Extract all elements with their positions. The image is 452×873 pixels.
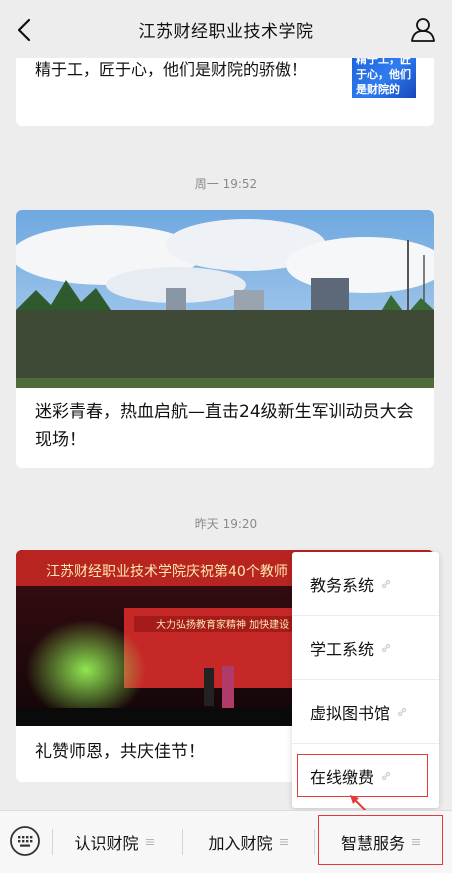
- thumbnail-text: 精于工，匠于心，他们是财院的: [356, 58, 411, 96]
- menu-lines-icon: [145, 839, 154, 845]
- tab-label: 加入财院: [208, 834, 273, 853]
- article-title: 迷彩青春，热血启航—直击24级新生军训动员大会现场！: [35, 402, 414, 450]
- tab-smart-services[interactable]: 智慧服务: [318, 811, 443, 873]
- timestamp: 周一 19:52: [194, 177, 258, 191]
- menu-item-label: 在线缴费: [310, 768, 375, 787]
- article-card[interactable]: 迷彩青春，热血启航—直击24级新生军训动员大会现场！: [16, 210, 434, 468]
- article-title: 精于工，匠于心，他们是财院的骄傲！: [35, 60, 308, 79]
- link-icon: [397, 707, 407, 716]
- timestamp: 昨天 19:20: [194, 517, 258, 531]
- keyboard-icon[interactable]: [9, 825, 41, 857]
- menu-lines-icon: [412, 839, 420, 845]
- article-thumbnail: 精于工，匠于心，他们是财院的: [352, 58, 416, 98]
- tab-label: 智慧服务: [340, 834, 405, 853]
- person-icon[interactable]: [410, 16, 436, 42]
- article-card[interactable]: 精于工，匠于心，他们是财院的骄傲！ 精于工，匠于心，他们是财院的: [16, 58, 434, 126]
- link-icon: [381, 771, 391, 781]
- back-chevron-icon[interactable]: [14, 17, 36, 43]
- bottom-menu-bar: 认识财院 加入财院 智慧服务: [0, 810, 452, 873]
- menu-item-virtual-library[interactable]: 虚拟图书馆: [292, 680, 439, 744]
- link-icon: [381, 579, 391, 588]
- menu-item-academic-affairs[interactable]: 教务系统: [292, 552, 439, 616]
- tab-label: 认识财院: [74, 834, 139, 853]
- menu-item-label: 学工系统: [310, 639, 375, 659]
- banner-text: 江苏财经职业技术学院庆祝第40个教师: [46, 563, 288, 580]
- divider: [182, 829, 183, 855]
- tab-about-college[interactable]: 认识财院: [52, 811, 176, 873]
- service-submenu: 教务系统 学工系统 虚拟图书馆 在线缴费: [292, 552, 439, 808]
- article-title: 礼赞师恩，共庆佳节！: [35, 742, 205, 762]
- menu-item-student-affairs[interactable]: 学工系统: [292, 616, 439, 680]
- tab-join-college[interactable]: 加入财院: [186, 811, 310, 873]
- menu-item-label: 教务系统: [310, 575, 375, 595]
- page-title: 江苏财经职业技术学院: [138, 21, 314, 42]
- menu-lines-icon: [279, 839, 288, 845]
- menu-item-label: 虚拟图书馆: [310, 703, 391, 723]
- link-icon: [381, 643, 391, 652]
- menu-item-online-payment[interactable]: 在线缴费: [292, 744, 439, 808]
- military-training-photo: [16, 210, 434, 388]
- stage-text: 大力弘扬教育家精神 加快建设: [156, 618, 289, 631]
- top-nav-bar: 江苏财经职业技术学院: [0, 0, 452, 58]
- divider: [314, 829, 315, 855]
